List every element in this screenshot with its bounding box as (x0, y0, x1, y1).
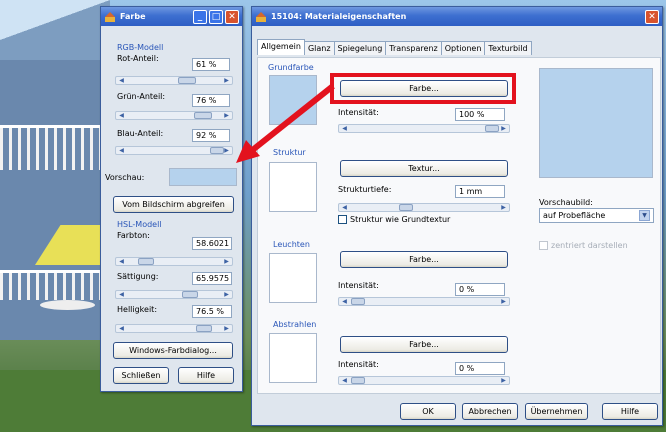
uebernehmen-button[interactable]: Übernehmen (525, 403, 588, 420)
leuchten-intensitaet-slider[interactable]: ◀ ▶ (338, 297, 510, 306)
app-icon (256, 11, 266, 22)
helligkeit-input[interactable]: 76.5 % (192, 305, 232, 318)
checkbox-box[interactable] (539, 241, 548, 250)
farbton-slider[interactable]: ◀ ▶ (115, 257, 233, 266)
grundfarbe-group-label: Grundfarbe (268, 63, 314, 72)
leuchten-farbe-button[interactable]: Farbe... (340, 251, 508, 268)
leuchten-intensitaet-input[interactable]: 0 % (455, 283, 505, 296)
farbe-title: Farbe (120, 12, 146, 21)
blau-input[interactable]: 92 % (192, 129, 230, 142)
helligkeit-slider[interactable]: ◀ ▶ (115, 324, 233, 333)
hilfe-button[interactable]: Hilfe (602, 403, 658, 420)
vorschaubild-label: Vorschaubild: (539, 198, 593, 207)
abstrahlen-intensitaet-slider[interactable]: ◀ ▶ (338, 376, 510, 385)
struktur-swatch (269, 162, 317, 212)
tab-glanz[interactable]: Glanz (303, 41, 335, 55)
tab-optionen[interactable]: Optionen (440, 41, 486, 55)
chevron-down-icon[interactable]: ▼ (639, 210, 650, 221)
material-title: 15104: Materialeigenschaften (271, 12, 407, 21)
grund-intensitaet-label: Intensität: (338, 108, 379, 117)
saettigung-input[interactable]: 65.9575 (192, 272, 232, 285)
schliessen-button[interactable]: Schließen (113, 367, 169, 384)
vorschau-swatch (169, 168, 237, 186)
house-roof (0, 0, 110, 60)
strukturtiefe-slider[interactable]: ◀ ▶ (338, 203, 510, 212)
rgb-group-label: RGB-Modell (117, 43, 164, 52)
abstrahlen-swatch (269, 333, 317, 383)
strukturtiefe-label: Strukturtiefe: (338, 185, 392, 194)
farbton-label: Farbton: (117, 231, 150, 240)
saettigung-label: Sättigung: (117, 272, 159, 281)
rot-input[interactable]: 61 % (192, 58, 230, 71)
checkbox-box[interactable] (338, 215, 347, 224)
tab-allgemein[interactable]: Allgemein (257, 39, 305, 55)
zentriert-checkbox[interactable]: zentriert darstellen (539, 241, 628, 250)
app-icon (105, 11, 115, 22)
hsl-group-label: HSL-Modell (117, 220, 162, 229)
farbe-window: Farbe _ □ ✕ RGB-Modell Rot-Anteil: 61 % … (100, 6, 243, 392)
abbrechen-button[interactable]: Abbrechen (462, 403, 518, 420)
balcony-railing (0, 125, 110, 170)
highlight-frame (330, 73, 516, 104)
strukturtiefe-input[interactable]: 1 mm (455, 185, 505, 198)
screen-pick-button[interactable]: Vom Bildschirm abgreifen (113, 196, 234, 213)
annotation-arrow (236, 83, 335, 163)
blau-label: Blau-Anteil: (117, 129, 164, 138)
tab-bar: Allgemein Glanz Spiegelung Transparenz O… (257, 39, 532, 55)
garden-table (40, 300, 95, 310)
gruen-slider[interactable]: ◀ ▶ (115, 111, 233, 120)
textur-button[interactable]: Textur... (340, 160, 508, 177)
rot-label: Rot-Anteil: (117, 54, 159, 63)
material-window: 15104: Materialeigenschaften ✕ Allgemein… (251, 6, 663, 426)
tab-spiegelung[interactable]: Spiegelung (333, 41, 387, 55)
saettigung-slider[interactable]: ◀ ▶ (115, 290, 233, 299)
leuchten-intensitaet-label: Intensität: (338, 281, 379, 290)
zentriert-check-label: zentriert darstellen (551, 241, 628, 250)
abstrahlen-intensitaet-label: Intensität: (338, 360, 379, 369)
material-titlebar[interactable]: 15104: Materialeigenschaften ✕ (252, 7, 662, 26)
tab-transparenz[interactable]: Transparenz (385, 41, 442, 55)
abstrahlen-group-label: Abstrahlen (273, 320, 317, 329)
grund-intensitaet-slider[interactable]: ◀ ▶ (338, 124, 510, 133)
gruen-input[interactable]: 76 % (192, 94, 230, 107)
vorschaubild-select-value: auf Probefläche (543, 210, 606, 220)
farbe-hilfe-button[interactable]: Hilfe (178, 367, 234, 384)
close-icon[interactable]: ✕ (645, 9, 659, 24)
ok-button[interactable]: OK (400, 403, 456, 420)
helligkeit-label: Helligkeit: (117, 305, 158, 314)
farbton-input[interactable]: 58.6021 (192, 237, 232, 250)
maximize-icon[interactable]: □ (209, 9, 223, 24)
rot-slider[interactable]: ◀ ▶ (115, 76, 233, 85)
windows-color-dialog-button[interactable]: Windows-Farbdialog... (113, 342, 233, 359)
gruen-label: Grün-Anteil: (117, 92, 166, 101)
leuchten-swatch (269, 253, 317, 303)
terrace-railing (0, 270, 110, 300)
blau-slider[interactable]: ◀ ▶ (115, 146, 233, 155)
vorschaubild-preview (539, 68, 653, 178)
struktur-wie-grundtextur-checkbox[interactable]: Struktur wie Grundtextur (338, 215, 450, 224)
abstrahlen-farbe-button[interactable]: Farbe... (340, 336, 508, 353)
close-icon[interactable]: ✕ (225, 9, 239, 24)
struktur-check-label: Struktur wie Grundtextur (350, 215, 451, 224)
grund-intensitaet-input[interactable]: 100 % (455, 108, 505, 121)
farbe-titlebar[interactable]: Farbe _ □ ✕ (101, 7, 242, 26)
minimize-icon[interactable]: _ (193, 9, 207, 24)
vorschau-label: Vorschau: (105, 173, 145, 182)
vorschaubild-select[interactable]: auf Probefläche ▼ (539, 208, 654, 223)
tab-texturbild[interactable]: Texturbild (484, 41, 532, 55)
leuchten-group-label: Leuchten (273, 240, 310, 249)
abstrahlen-intensitaet-input[interactable]: 0 % (455, 362, 505, 375)
